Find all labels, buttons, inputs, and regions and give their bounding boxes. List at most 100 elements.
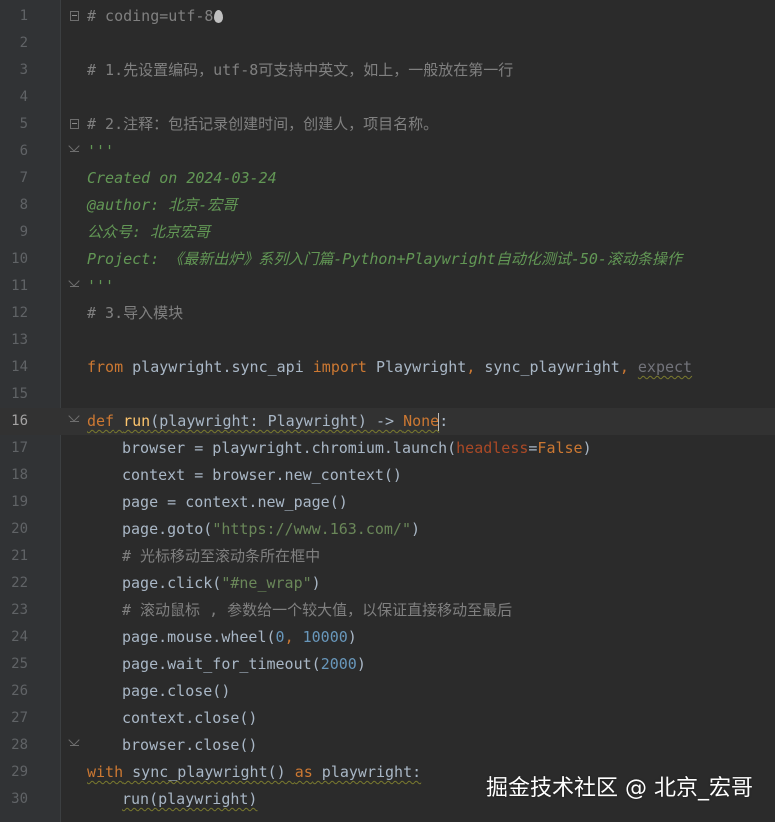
code-line[interactable]: 10 Project: 《最新出炉》系列入门篇-Python+Playwright… — [0, 246, 775, 273]
code-token: playwright.sync_api — [123, 358, 313, 376]
line-number: 4 — [19, 89, 28, 105]
code-token: ) — [311, 574, 321, 592]
code-text: # 3.导入模块 — [87, 300, 183, 327]
line-number: 23 — [11, 602, 28, 618]
code-line[interactable]: 20 page.goto("https://www.163.com/") — [0, 516, 775, 543]
code-token: page.wait_for_timeout( — [122, 655, 321, 673]
code-line[interactable]: 24 page.mouse.wheel(0, 10000) — [0, 624, 775, 651]
code-line[interactable]: 26 page.close() — [0, 678, 775, 705]
code-token: as — [294, 763, 313, 781]
code-line[interactable]: 6 ''' — [0, 138, 775, 165]
code-token: def — [87, 412, 115, 430]
code-token: run — [123, 412, 151, 430]
fold-end-icon[interactable] — [70, 281, 79, 287]
code-token: 10000 — [302, 628, 348, 646]
code-text: # 滚动鼠标 , 参数给一个较大值，以保证直接移动至最后 — [122, 597, 512, 624]
code-line[interactable]: 13 — [0, 327, 775, 354]
code-text: page.mouse.wheel(0, 10000) — [122, 624, 357, 651]
code-text: context = browser.new_context() — [122, 462, 402, 489]
code-token: Created on 2024-03-24 — [87, 169, 277, 187]
code-line[interactable]: 25 page.wait_for_timeout(2000) — [0, 651, 775, 678]
code-token: with — [87, 763, 124, 781]
code-token: ) — [347, 628, 357, 646]
code-line[interactable]: 7 Created on 2024-03-24 — [0, 165, 775, 192]
fold-end-icon[interactable] — [70, 740, 79, 746]
code-token: 2000 — [320, 655, 357, 673]
code-token: , — [284, 628, 294, 646]
code-text: browser = playwright.chromium.launch(hea… — [122, 435, 592, 462]
code-line[interactable]: 23 # 滚动鼠标 , 参数给一个较大值，以保证直接移动至最后 — [0, 597, 775, 624]
code-editor[interactable]: 1 # coding=utf-8 2 3 # 1.先设置编码，utf-8可支持中英文，如… — [0, 0, 775, 822]
code-line[interactable]: 5 # 2.注释：包括记录创建时间，创建人，项目名称。 — [0, 111, 775, 138]
code-token: : — [439, 412, 449, 430]
code-line[interactable]: 19 page = context.new_page() — [0, 489, 775, 516]
line-number: 7 — [19, 170, 28, 186]
fold-start-icon[interactable] — [70, 119, 79, 129]
flame-icon — [214, 10, 224, 23]
code-token: sync_playwright — [475, 358, 620, 376]
line-number: 29 — [11, 764, 28, 780]
line-number: 28 — [11, 737, 28, 753]
code-token: "https://www.163.com/" — [212, 520, 411, 538]
code-token: page.close() — [122, 682, 231, 700]
line-number: 26 — [11, 683, 28, 699]
code-text: # coding=utf-8 — [87, 3, 224, 30]
code-token: page.click( — [122, 574, 222, 592]
code-line[interactable]: 4 — [0, 84, 775, 111]
line-number: 24 — [11, 629, 28, 645]
code-token: page = context.new_page() — [122, 493, 348, 511]
code-token: run(playwright) — [122, 790, 258, 808]
line-number: 5 — [19, 116, 28, 132]
fold-end-icon[interactable] — [70, 146, 79, 152]
code-line[interactable]: 3 # 1.先设置编码，utf-8可支持中英文，如上，一般放在第一行 — [0, 57, 775, 84]
code-line[interactable]: 12 # 3.导入模块 — [0, 300, 775, 327]
code-token: ) — [411, 520, 421, 538]
code-text: def run(playwright: Playwright) -> None: — [87, 408, 448, 435]
code-token: from — [87, 358, 124, 376]
code-text: with sync_playwright() as playwright: — [87, 759, 421, 786]
code-line[interactable]: 9 公众号: 北京宏哥 — [0, 219, 775, 246]
line-number: 10 — [11, 251, 28, 267]
code-text: browser.close() — [122, 732, 257, 759]
code-line[interactable]: 2 — [0, 30, 775, 57]
code-text: ''' — [87, 138, 114, 165]
fold-start-icon[interactable] — [70, 11, 79, 21]
code-line[interactable]: 28 browser.close() — [0, 732, 775, 759]
code-line[interactable]: 27 context.close() — [0, 705, 775, 732]
code-line[interactable]: 21 # 光标移动至滚动条所在框中 — [0, 543, 775, 570]
line-number: 12 — [11, 305, 28, 321]
code-line[interactable]: 16 def run(playwright: Playwright) -> Non… — [0, 408, 775, 435]
code-line[interactable]: 14 from playwright.sync_api import Playwr… — [0, 354, 775, 381]
code-token: Playwright — [366, 358, 467, 376]
line-number: 1 — [19, 8, 28, 24]
line-number: 19 — [11, 494, 28, 510]
code-line[interactable]: 11 ''' — [0, 273, 775, 300]
line-number: 11 — [11, 278, 28, 294]
watermark: 掘金技术社区 @ 北京_宏哥 — [486, 776, 753, 801]
code-line[interactable]: 17 browser = playwright.chromium.launch(h… — [0, 435, 775, 462]
line-number: 22 — [11, 575, 28, 591]
fold-end-icon[interactable] — [70, 416, 79, 422]
code-line[interactable]: 18 context = browser.new_context() — [0, 462, 775, 489]
code-token: None — [403, 412, 440, 430]
code-token: "#ne_wrap" — [221, 574, 312, 592]
code-token: , — [619, 358, 629, 376]
code-token: # 光标移动至滚动条所在框中 — [122, 547, 321, 565]
line-number: 9 — [19, 224, 28, 240]
code-line[interactable]: 1 # coding=utf-8 — [0, 3, 775, 30]
code-text: context.close() — [122, 705, 257, 732]
code-line[interactable]: 15 — [0, 381, 775, 408]
code-text: page.goto("https://www.163.com/") — [122, 516, 420, 543]
line-number: 21 — [11, 548, 28, 564]
code-line[interactable]: 8 @author: 北京-宏哥 — [0, 192, 775, 219]
code-text: Project: 《最新出炉》系列入门篇-Python+Playwright自动… — [87, 246, 682, 273]
line-number: 6 — [19, 143, 28, 159]
code-line[interactable]: 22 page.click("#ne_wrap") — [0, 570, 775, 597]
line-number: 18 — [11, 467, 28, 483]
code-text: # 1.先设置编码，utf-8可支持中英文，如上，一般放在第一行 — [87, 57, 513, 84]
code-token: , — [466, 358, 476, 376]
code-token: ''' — [87, 277, 115, 295]
line-number: 3 — [19, 62, 28, 78]
code-token: headless — [456, 439, 529, 457]
